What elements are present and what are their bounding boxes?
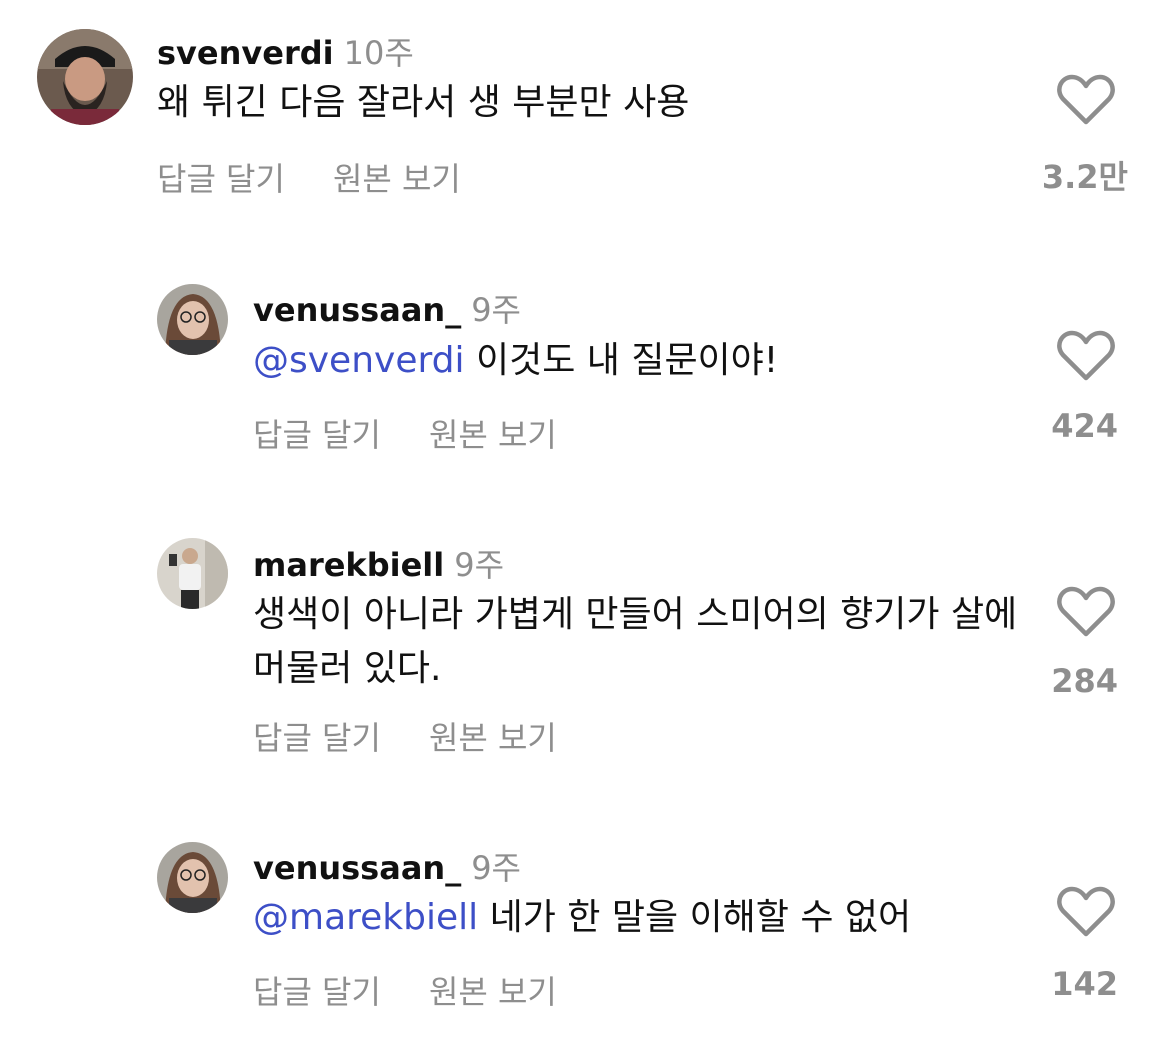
mirror-selfie-avatar-icon <box>157 538 228 609</box>
woman-glasses-avatar-icon <box>157 284 228 355</box>
view-original-button[interactable]: 원본 보기 <box>429 973 557 1011</box>
like-heart-icon[interactable] <box>1057 330 1115 382</box>
comment-text: 생색이 아니라 가볍게 만들어 스미어의 향기가 살에 머물러 있다. <box>253 588 1023 696</box>
comment-body: 왜 튀긴 다음 잘라서 생 부분만 사용 <box>157 82 690 123</box>
comment-text: @svenverdi 이것도 내 질문이야! <box>253 334 1013 388</box>
reply-button[interactable]: 답글 달기 <box>253 719 381 757</box>
view-original-button[interactable]: 원본 보기 <box>429 416 557 454</box>
timestamp: 10주 <box>343 34 414 72</box>
comment-body: 이것도 내 질문이야! <box>475 340 779 381</box>
comment-body: 생색이 아니라 가볍게 만들어 스미어의 향기가 살에 머물러 있다. <box>253 594 1018 689</box>
mention-link[interactable]: @svenverdi <box>253 340 465 381</box>
reply-button[interactable]: 답글 달기 <box>253 416 381 454</box>
bearded-man-avatar-icon <box>37 29 133 125</box>
view-original-button[interactable]: 원본 보기 <box>429 719 557 757</box>
avatar[interactable] <box>157 284 228 355</box>
username[interactable]: marekbiell <box>253 546 444 584</box>
avatar[interactable] <box>157 538 228 609</box>
woman-glasses-avatar-icon <box>157 842 228 913</box>
timestamp: 9주 <box>454 546 505 584</box>
username[interactable]: venussaan_ <box>253 291 461 329</box>
like-count: 424 <box>1051 407 1118 445</box>
like-heart-icon[interactable] <box>1057 586 1115 638</box>
like-count: 3.2만 <box>1041 158 1128 196</box>
timestamp: 9주 <box>471 849 521 887</box>
username[interactable]: svenverdi <box>157 34 334 72</box>
like-heart-icon[interactable] <box>1057 74 1115 126</box>
comment-body: 네가 한 말을 이해할 수 없어 <box>489 897 912 938</box>
like-count: 284 <box>1051 662 1118 700</box>
comment-text: 왜 튀긴 다음 잘라서 생 부분만 사용 <box>157 76 1017 130</box>
comment-item: venussaan_ 9주 @marekbiell 네가 한 말을 이해할 수 없… <box>0 0 1170 1011</box>
view-original-button[interactable]: 원본 보기 <box>333 160 461 198</box>
like-heart-icon[interactable] <box>1057 886 1115 938</box>
avatar[interactable] <box>157 842 228 913</box>
avatar[interactable] <box>37 29 133 125</box>
timestamp: 9주 <box>471 291 521 329</box>
comment-text: @marekbiell 네가 한 말을 이해할 수 없어 <box>253 891 1013 945</box>
mention-link[interactable]: @marekbiell <box>253 897 478 938</box>
username[interactable]: venussaan_ <box>253 849 461 887</box>
like-count: 142 <box>1051 965 1118 1003</box>
reply-button[interactable]: 답글 달기 <box>253 973 381 1011</box>
comment-item: svenverdi 10주 왜 튀긴 다음 잘라서 생 부분만 사용 답글 달기 원… <box>0 0 1170 220</box>
reply-button[interactable]: 답글 달기 <box>157 160 285 198</box>
